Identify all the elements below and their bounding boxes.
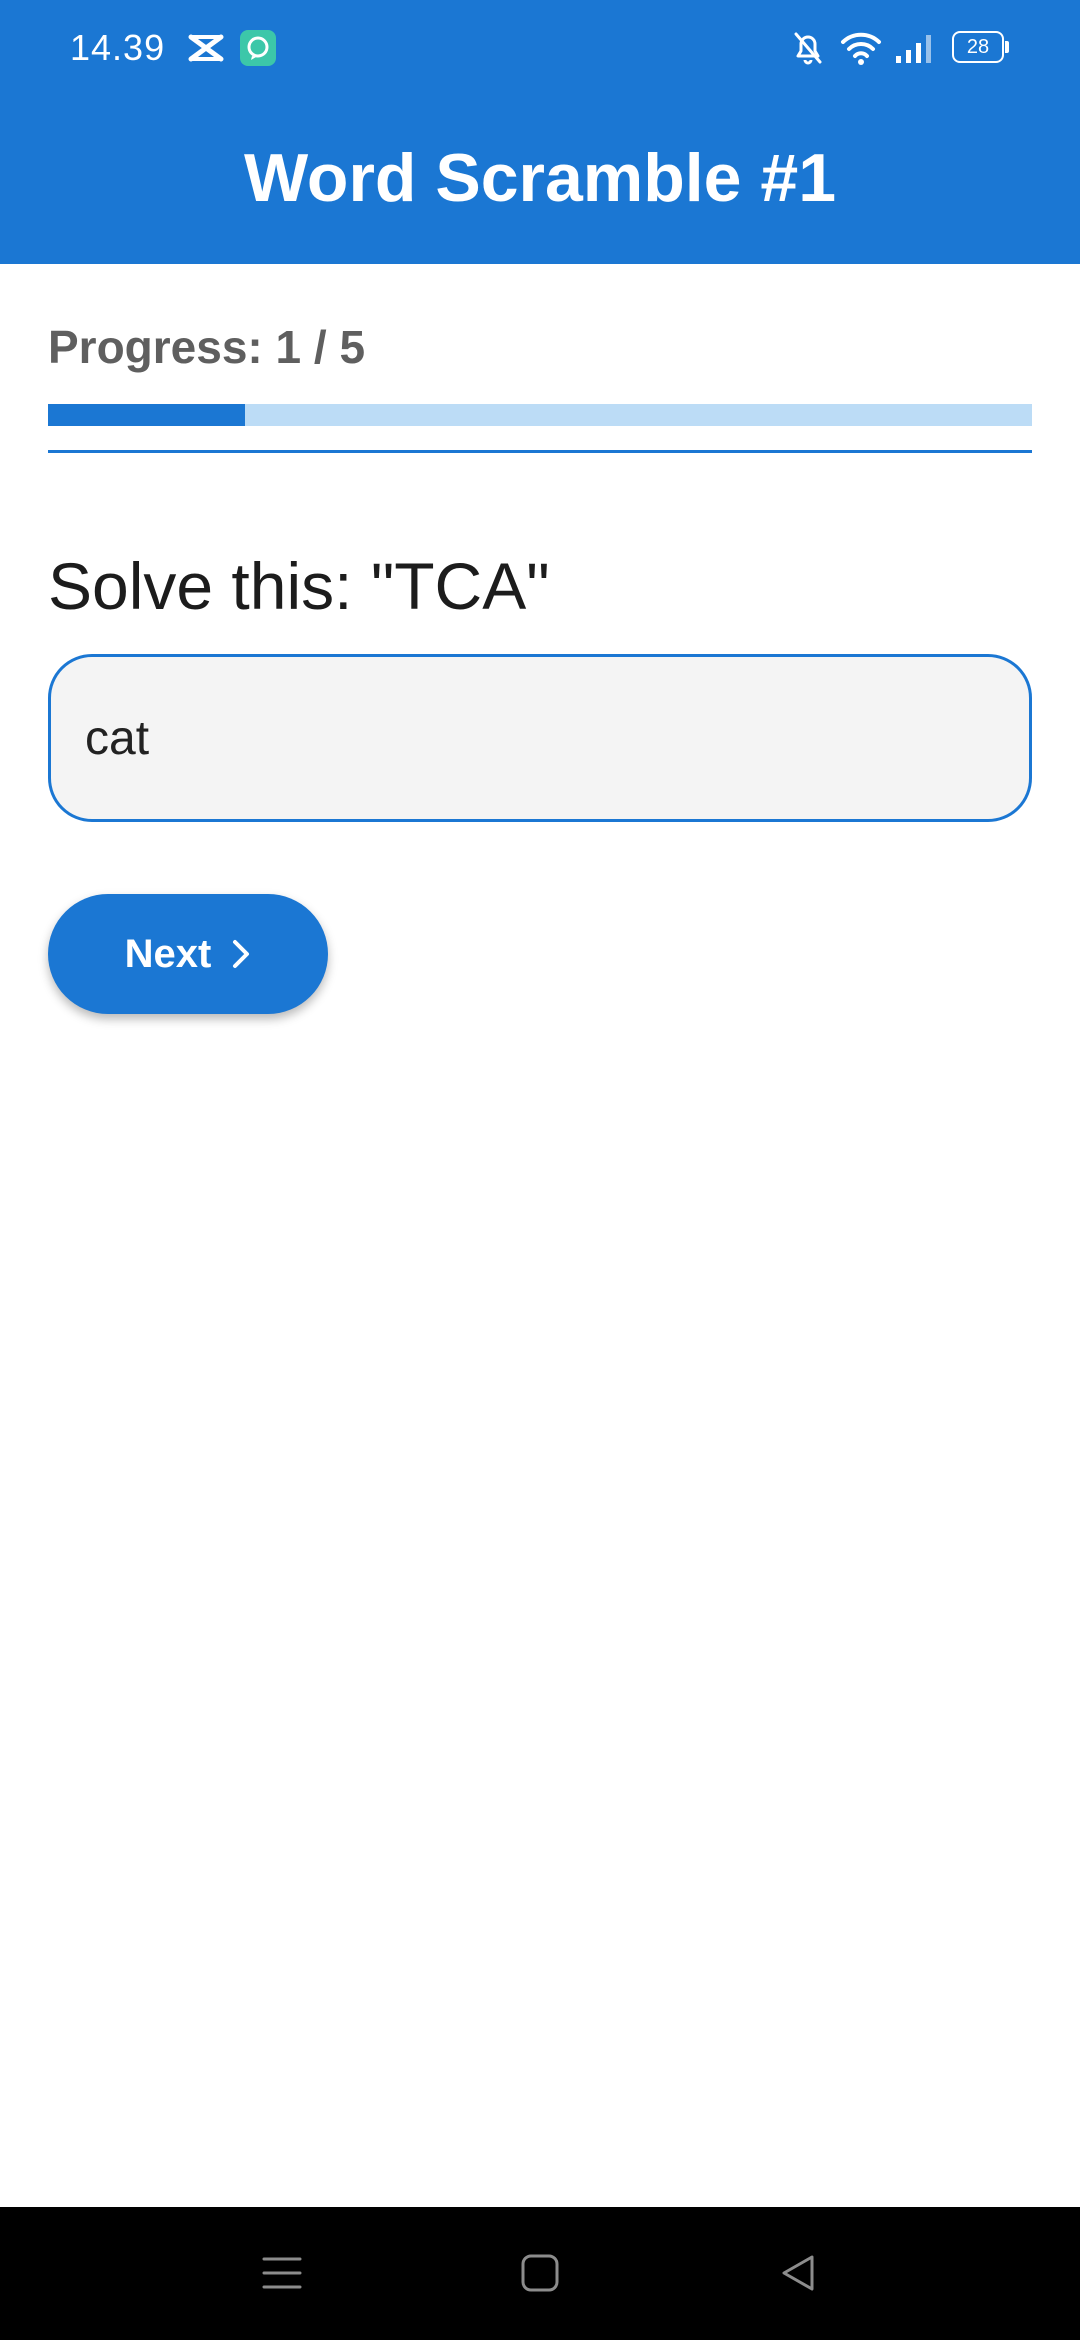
bell-muted-icon [794,32,822,65]
chevron-right-icon [233,940,250,968]
back-icon[interactable] [778,2253,818,2293]
signal-icon [896,35,931,63]
progress-bar-fill [48,404,245,426]
progress-label: Progress: 1 / 5 [48,321,366,373]
divider [48,450,1032,453]
scramble-prompt: Solve this: "TCA" [48,549,550,623]
status-time: 14.39 [70,27,166,68]
battery-icon: 28 [952,31,1010,63]
navigation-bar [0,2207,1080,2340]
answer-input[interactable] [48,654,1032,822]
page-title: Word Scramble #1 [243,140,837,216]
next-button[interactable]: Next [48,894,328,1014]
app-bar: 14.39 28 Word Scramble #1 [0,0,1080,264]
capcut-icon [188,34,224,62]
home-icon[interactable] [520,2253,560,2293]
status-bar: 14.39 28 [0,0,1080,96]
menu-icon[interactable] [262,2253,302,2293]
wifi-icon [841,32,881,65]
battery-level: 28 [966,36,990,58]
chat-app-icon [240,30,276,66]
progress-bar [48,404,1032,426]
next-button-label: Next [124,931,212,976]
